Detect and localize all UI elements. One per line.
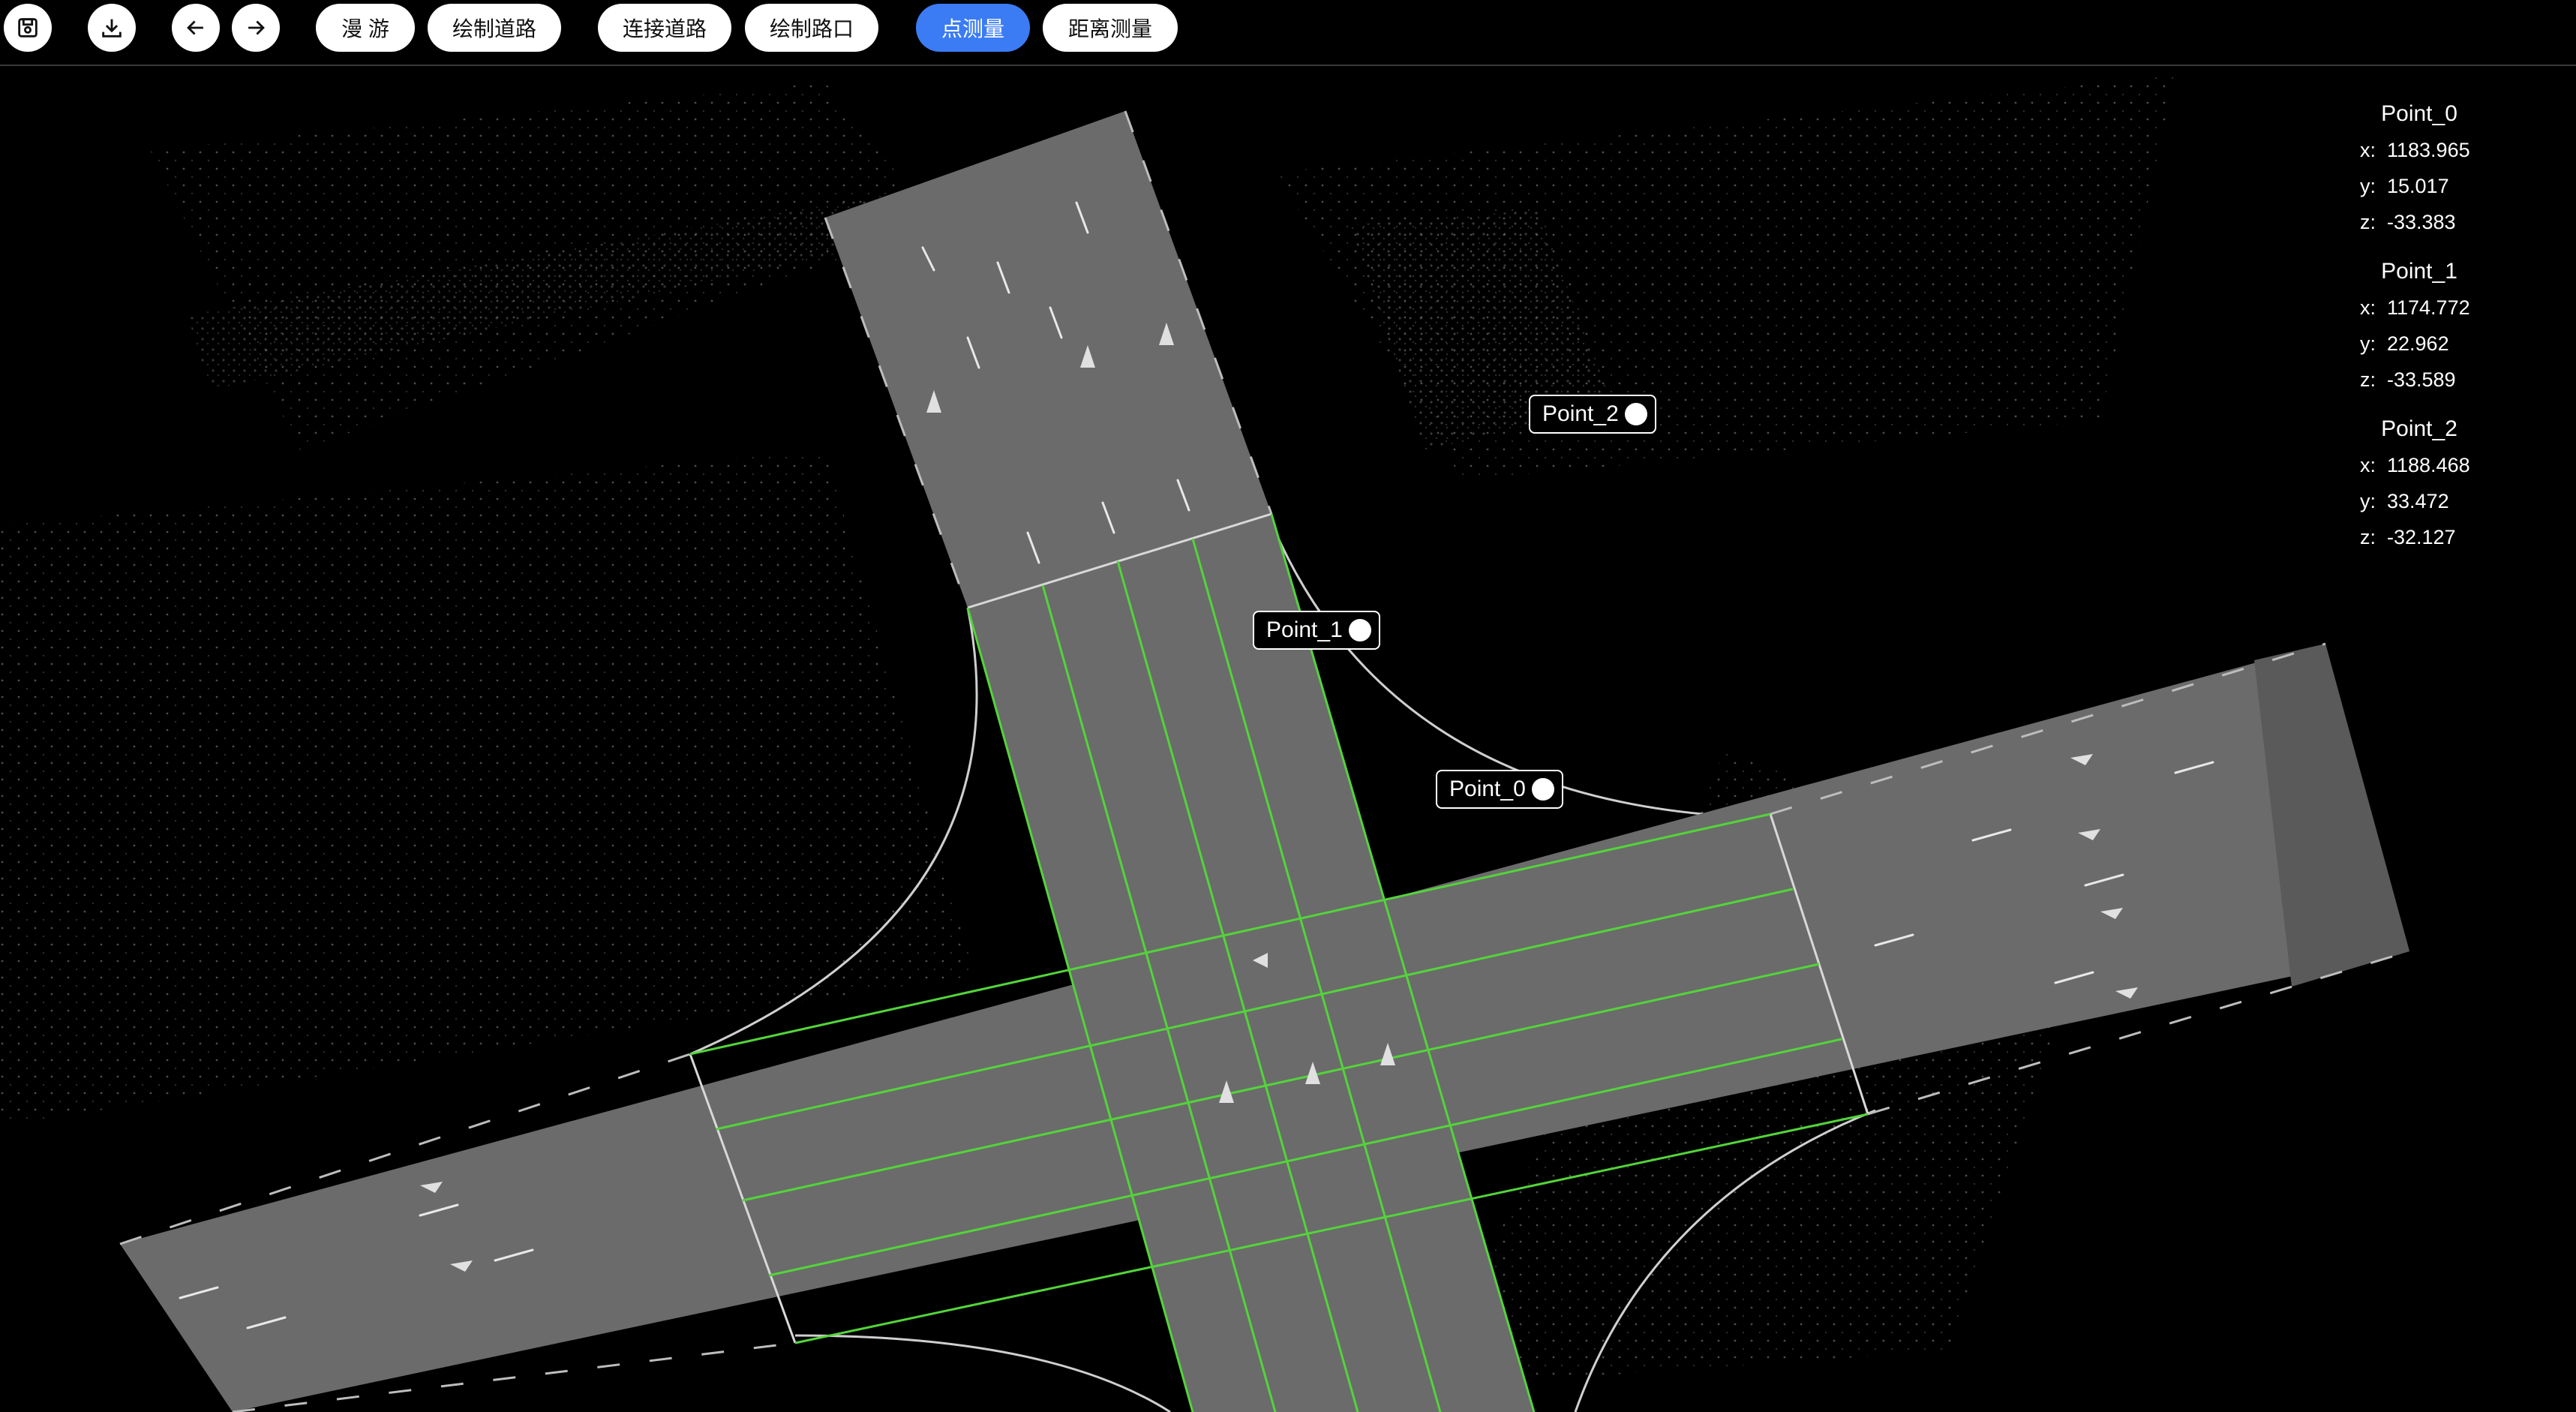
road-map-svg bbox=[0, 75, 2410, 1412]
coordinate-panel: Point_0 x: 1183.965 y: 15.017 z: -33.383 Po… bbox=[2348, 96, 2543, 569]
save-button[interactable] bbox=[4, 4, 52, 52]
coord-title: Point_0 bbox=[2381, 101, 2457, 126]
roam-button[interactable]: 漫 游 bbox=[316, 4, 415, 52]
coord-z-row: z: -32.127 bbox=[2360, 526, 2456, 548]
redo-button[interactable] bbox=[232, 4, 280, 52]
draw-intersection-button[interactable]: 绘制路口 bbox=[745, 4, 878, 52]
draw-road-button[interactable]: 绘制道路 bbox=[428, 4, 561, 52]
coord-y-row: y: 22.962 bbox=[2360, 332, 2449, 355]
point-label-name: Point_2 bbox=[1542, 401, 1619, 426]
coord-block-point-1: Point_1 x: 1174.772 y: 22.962 z: -33.589 bbox=[2348, 254, 2543, 398]
point-measure-button[interactable]: 点测量 bbox=[916, 4, 1030, 52]
distance-measure-button[interactable]: 距离测量 bbox=[1043, 4, 1178, 52]
coord-title: Point_2 bbox=[2381, 416, 2457, 441]
toolbar: 漫 游 绘制道路 连接道路 绘制路口 点测量 距离测量 bbox=[0, 0, 2576, 66]
point-label-0[interactable]: Point_0 bbox=[1436, 770, 1563, 809]
coord-y-row: y: 33.472 bbox=[2360, 490, 2449, 512]
undo-arrow-icon bbox=[187, 20, 203, 35]
close-icon[interactable] bbox=[1256, 614, 1371, 641]
map-canvas[interactable]: Point_2 Point_1 Point_0 bbox=[0, 66, 2576, 1412]
save-icon bbox=[18, 18, 38, 38]
point-label-name: Point_0 bbox=[1449, 777, 1526, 801]
coord-y-row: y: 15.017 bbox=[2360, 175, 2449, 197]
close-icon[interactable] bbox=[1532, 398, 1647, 425]
coord-x-row: x: 1174.772 bbox=[2360, 296, 2470, 319]
coord-block-point-2: Point_2 x: 1188.468 y: 33.472 z: -32.127 bbox=[2348, 411, 2543, 555]
download-icon bbox=[102, 19, 122, 38]
redo-arrow-icon bbox=[248, 20, 265, 35]
point-label-1[interactable]: Point_1 bbox=[1253, 611, 1380, 650]
point-label-name: Point_1 bbox=[1266, 617, 1343, 642]
coord-z-row: z: -33.589 bbox=[2360, 368, 2456, 391]
undo-button[interactable] bbox=[172, 4, 220, 52]
close-icon[interactable] bbox=[1439, 773, 1554, 801]
connect-road-button[interactable]: 连接道路 bbox=[598, 4, 731, 52]
coord-block-point-0: Point_0 x: 1183.965 y: 15.017 z: -33.383 bbox=[2348, 96, 2543, 240]
coord-title: Point_1 bbox=[2381, 259, 2457, 284]
coord-z-row: z: -33.383 bbox=[2360, 211, 2456, 233]
coord-x-row: x: 1188.468 bbox=[2360, 454, 2470, 476]
point-label-2[interactable]: Point_2 bbox=[1529, 395, 1656, 434]
download-button[interactable] bbox=[88, 4, 136, 52]
coord-x-row: x: 1183.965 bbox=[2360, 139, 2470, 161]
